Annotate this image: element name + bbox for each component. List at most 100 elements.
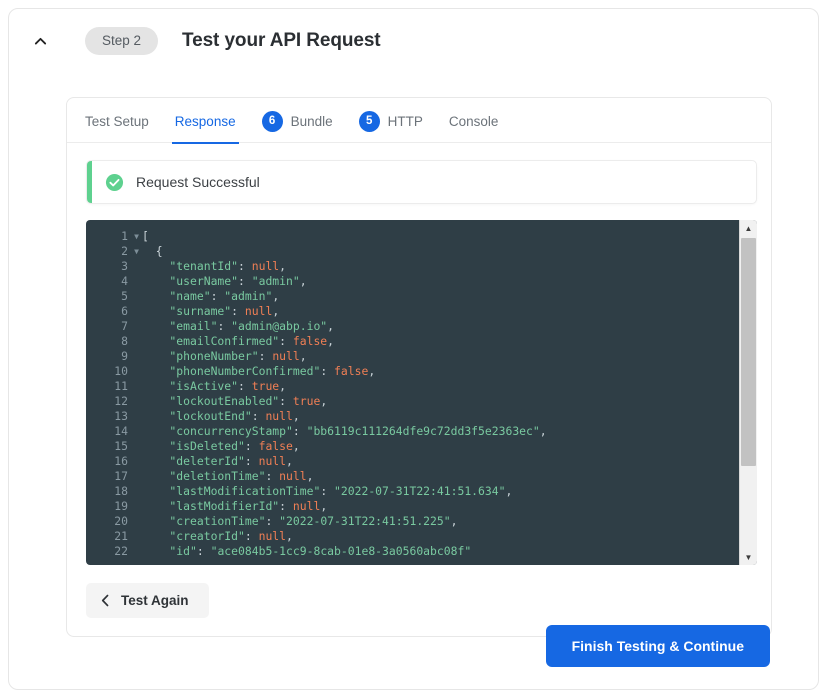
response-code-editor[interactable]: 1 ▼[2 ▼ {3 "tenantId": null, 4 "userName": … <box>86 220 757 565</box>
code-text: [ <box>142 229 149 243</box>
step-card: Step 2 Test your API Request Test Setup R… <box>8 8 819 690</box>
line-number: 14 <box>114 424 128 438</box>
line-number: 12 <box>114 394 128 408</box>
code-text: "concurrencyStamp": "bb6119c111264dfe9c7… <box>142 424 547 438</box>
line-number: 8 <box>121 334 128 348</box>
line-number: 6 <box>121 304 128 318</box>
scroll-up-arrow-icon[interactable]: ▲ <box>740 220 757 236</box>
code-line: 15 "isDeleted": false, <box>86 439 739 454</box>
line-number: 21 <box>114 529 128 543</box>
line-number: 9 <box>121 349 128 363</box>
scroll-down-arrow-icon[interactable]: ▼ <box>740 549 757 565</box>
tab-label: Test Setup <box>85 113 149 129</box>
line-number: 15 <box>114 439 128 453</box>
tab-badge: 6 <box>261 110 283 132</box>
code-text: "tenantId": null, <box>142 259 287 273</box>
line-number: 20 <box>114 514 128 528</box>
scrollbar-thumb[interactable] <box>741 238 756 466</box>
fold-toggle-icon[interactable]: ▼ <box>131 229 142 244</box>
tab-label: HTTP <box>387 113 423 129</box>
fold-toggle-icon[interactable]: ▼ <box>131 244 142 259</box>
code-line: 12 "lockoutEnabled": true, <box>86 394 739 409</box>
step-header: Step 2 Test your API Request <box>9 9 818 55</box>
tab-test-setup[interactable]: Test Setup <box>85 97 149 143</box>
code-line: 6 "surname": null, <box>86 304 739 319</box>
tab-label: Console <box>448 113 499 129</box>
tab-http[interactable]: 5 HTTP <box>358 97 423 143</box>
step-badge: Step 2 <box>85 27 159 55</box>
code-line: 10 "phoneNumberConfirmed": false, <box>86 364 739 379</box>
line-number: 16 <box>114 454 128 468</box>
code-line: 11 "isActive": true, <box>86 379 739 394</box>
test-again-button[interactable]: Test Again <box>86 583 209 618</box>
code-text: "userName": "admin", <box>142 274 307 288</box>
page-title: Test your API Request <box>182 30 381 51</box>
code-text: "surname": null, <box>142 304 280 318</box>
line-number: 4 <box>121 274 128 288</box>
tab-label: Response <box>174 113 236 129</box>
line-number: 2 <box>121 244 128 258</box>
code-line: 8 "emailConfirmed": false, <box>86 334 739 349</box>
code-text: "emailConfirmed": false, <box>142 334 335 348</box>
line-number: 17 <box>114 469 128 483</box>
code-text: "phoneNumber": null, <box>142 349 307 363</box>
code-line: 17 "deletionTime": null, <box>86 469 739 484</box>
line-number: 1 <box>121 229 128 243</box>
line-number: 5 <box>121 289 128 303</box>
line-number: 18 <box>114 484 128 498</box>
tab-bundle[interactable]: 6 Bundle <box>261 97 333 143</box>
code-line: 9 "phoneNumber": null, <box>86 349 739 364</box>
tab-response[interactable]: Response <box>171 97 239 144</box>
code-text: "name": "admin", <box>142 289 280 303</box>
line-number: 19 <box>114 499 128 513</box>
code-text: "lastModificationTime": "2022-07-31T22:4… <box>142 484 513 498</box>
code-line: 21 "creatorId": null, <box>86 529 739 544</box>
finish-testing-button[interactable]: Finish Testing & Continue <box>545 625 770 667</box>
tab-badge: 5 <box>358 110 380 132</box>
code-line: 19 "lastModifierId": null, <box>86 499 739 514</box>
code-text: "isDeleted": false, <box>142 439 300 453</box>
line-number: 13 <box>114 409 128 423</box>
alert-message: Request Successful <box>136 174 260 190</box>
code-lines: 1 ▼[2 ▼ {3 "tenantId": null, 4 "userName": … <box>86 220 739 565</box>
code-text: "creationTime": "2022-07-31T22:41:51.225… <box>142 514 458 528</box>
code-line: 20 "creationTime": "2022-07-31T22:41:51.… <box>86 514 739 529</box>
test-again-label: Test Again <box>121 593 189 608</box>
code-text: { <box>142 244 163 258</box>
code-text: "phoneNumberConfirmed": false, <box>142 364 376 378</box>
code-line: 1 ▼[ <box>86 229 739 244</box>
code-text: "deletionTime": null, <box>142 469 314 483</box>
code-line: 2 ▼ { <box>86 244 739 259</box>
tab-bar: Test Setup Response 6 Bundle 5 HTTP Console <box>67 97 771 144</box>
code-line: 14 "concurrencyStamp": "bb6119c111264dfe… <box>86 424 739 439</box>
tab-console[interactable]: Console <box>449 97 499 143</box>
line-number: 11 <box>114 379 128 393</box>
tab-label: Bundle <box>290 113 333 129</box>
status-alert: Request Successful <box>86 160 757 204</box>
chevron-left-icon <box>100 594 111 607</box>
code-text: "creatorId": null, <box>142 529 293 543</box>
code-line: 4 "userName": "admin", <box>86 274 739 289</box>
code-text: "lockoutEnd": null, <box>142 409 300 423</box>
line-number: 22 <box>114 544 128 558</box>
check-circle-icon <box>105 173 124 192</box>
editor-scrollbar[interactable]: ▲ ▼ <box>739 220 757 565</box>
chevron-up-icon[interactable] <box>27 28 53 54</box>
